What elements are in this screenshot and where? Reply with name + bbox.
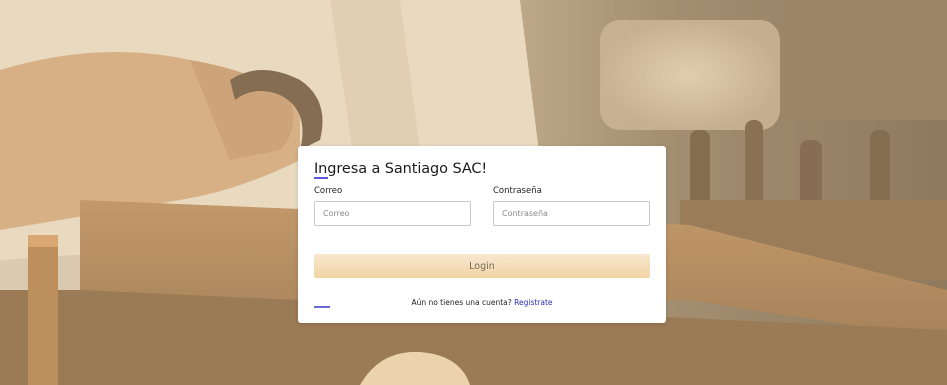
title-accent-underline — [314, 177, 328, 179]
password-field[interactable] — [493, 201, 650, 226]
password-label: Contraseña — [493, 186, 542, 196]
register-link[interactable]: Registrate — [514, 298, 552, 307]
login-title: Ingresa a Santiago SAC! — [314, 161, 488, 179]
login-title-text: Ingresa a Santiago SAC! — [314, 161, 488, 177]
login-card: Ingresa a Santiago SAC! Correo Contraseñ… — [298, 146, 666, 323]
email-field-group: Correo — [314, 186, 471, 226]
email-field[interactable] — [314, 201, 471, 226]
register-row: Aún no tienes una cuenta? Registrate — [298, 298, 666, 307]
register-prompt: Aún no tienes una cuenta? — [411, 298, 515, 307]
email-label: Correo — [314, 186, 343, 196]
password-field-group: Contraseña — [493, 186, 650, 226]
login-button[interactable]: Login — [314, 254, 650, 278]
